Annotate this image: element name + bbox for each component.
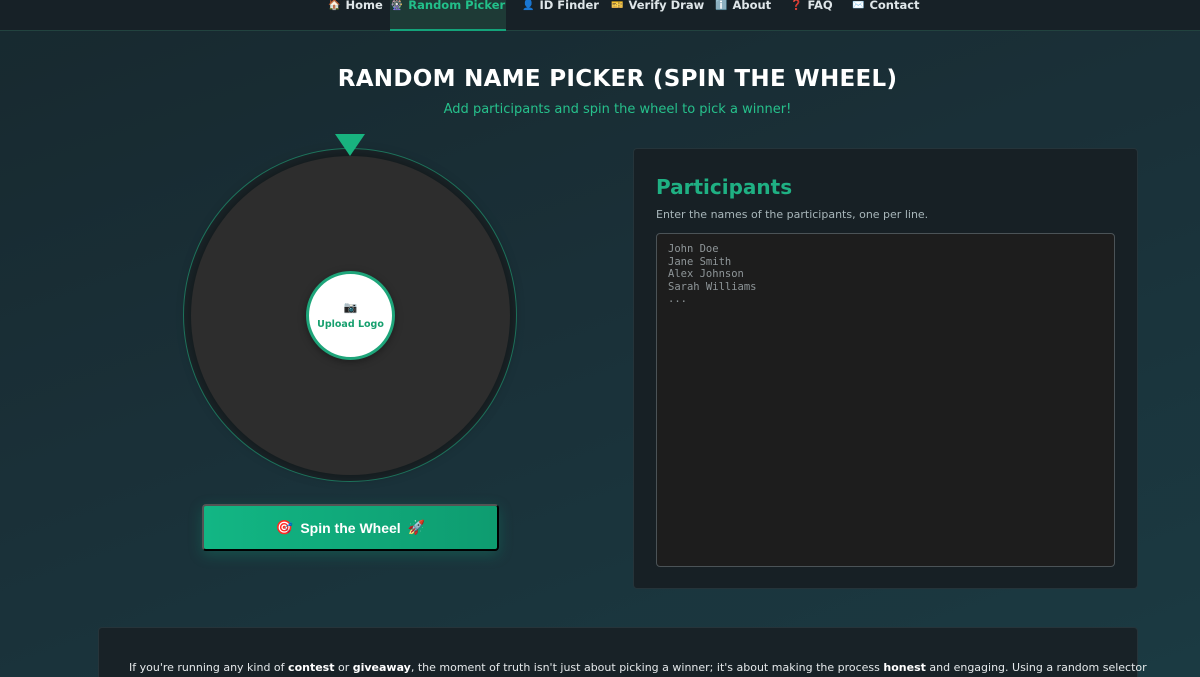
article-text-2: or [334, 661, 353, 674]
participants-input[interactable] [656, 233, 1115, 567]
home-icon: 🏠 [328, 0, 341, 11]
nav-random-picker[interactable]: 🎡 Random Picker [390, 0, 506, 31]
nav-faq[interactable]: ❓ FAQ [790, 0, 833, 31]
nav-verify-draw-label: Verify Draw [628, 0, 705, 12]
nav-contact-label: Contact [869, 0, 920, 12]
ticket-icon: 🎫 [611, 0, 624, 11]
article-section: If you're running any kind of contest or… [98, 627, 1147, 677]
nav-random-picker-label: Random Picker [408, 0, 506, 12]
info-icon: ℹ️ [715, 0, 728, 11]
participants-title: Participants [656, 175, 793, 199]
spin-wheel-label: Spin the Wheel [300, 519, 401, 536]
top-nav: 🏠 Home 🎡 Random Picker 👤 ID Finder 🎫 Ver… [0, 0, 1200, 31]
camera-icon: 📷 [343, 300, 358, 314]
participants-description: Enter the names of the participants, one… [656, 208, 929, 221]
user-icon: 👤 [522, 0, 535, 11]
wheel-pointer-icon [335, 134, 365, 156]
nav-id-finder[interactable]: 👤 ID Finder [522, 0, 599, 31]
upload-logo-label: Upload Logo [317, 318, 384, 330]
nav-faq-label: FAQ [807, 0, 833, 12]
article-bold-honest: honest [883, 661, 926, 674]
nav-verify-draw[interactable]: 🎫 Verify Draw [611, 0, 704, 31]
spin-wheel-button[interactable]: 🎯 Spin the Wheel 🚀 [202, 504, 499, 551]
nav-about[interactable]: ℹ️ About [715, 0, 771, 31]
nav-contact[interactable]: ✉️ Contact [852, 0, 920, 31]
page-title: RANDOM NAME PICKER (SPIN THE WHEEL) [337, 66, 898, 92]
participants-panel: Participants Enter the names of the part… [633, 148, 1138, 589]
wheel-icon: 🎡 [390, 0, 404, 11]
nav-home[interactable]: 🏠 Home [328, 0, 383, 31]
article-paragraph: If you're running any kind of contest or… [129, 661, 1147, 674]
nav-about-label: About [732, 0, 772, 12]
article-bold-giveaway: giveaway [352, 661, 411, 674]
article-text-4: and engaging. Using a random selector [925, 661, 1147, 674]
upload-logo-button[interactable]: 📷 Upload Logo [306, 271, 395, 360]
article-bold-contest: contest [288, 661, 335, 674]
nav-home-label: Home [345, 0, 383, 12]
target-icon: 🎯 [275, 519, 294, 535]
question-icon: ❓ [790, 0, 803, 11]
rocket-icon: 🚀 [407, 519, 426, 535]
page-subtitle: Add participants and spin the wheel to p… [443, 102, 792, 117]
envelope-icon: ✉️ [852, 0, 865, 11]
article-text-1: If you're running any kind of [129, 661, 289, 674]
nav-id-finder-label: ID Finder [539, 0, 599, 12]
article-text-3: , the moment of truth isn't just about p… [410, 661, 884, 674]
